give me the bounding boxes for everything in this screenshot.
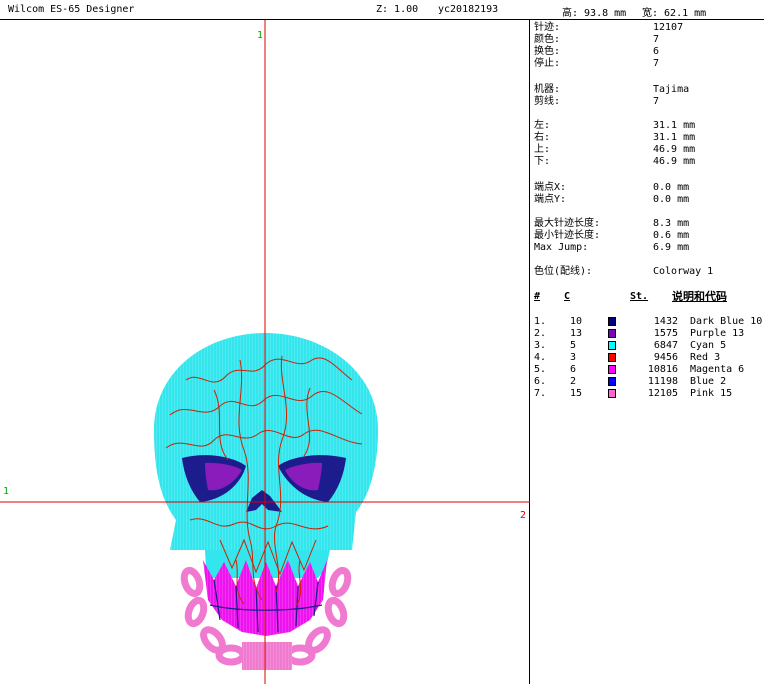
color-swatch	[608, 377, 616, 386]
color-code: 15	[570, 388, 583, 399]
color-num: 5.	[534, 364, 547, 375]
color-desc: Purple 13	[690, 328, 745, 339]
color-num: 4.	[534, 352, 547, 363]
color-stitches: 6847	[653, 340, 678, 351]
color-stitches: 10816	[647, 364, 678, 375]
design-canvas[interactable]: 1 1 2	[0, 20, 530, 684]
color-stitches: 1575	[653, 328, 678, 339]
color-code: 2	[570, 376, 577, 387]
col-code-header: C	[564, 291, 571, 302]
color-swatch	[608, 341, 616, 350]
color-desc: Blue 2	[690, 376, 727, 387]
color-stitches: 1432	[653, 316, 678, 327]
col-num-header: #	[534, 291, 541, 302]
zoom-level: Z: 1.00	[376, 4, 419, 15]
color-stitches: 12105	[647, 388, 678, 399]
color-swatch	[608, 353, 616, 362]
color-swatch	[608, 389, 616, 398]
color-num: 1.	[534, 316, 547, 327]
color-code: 6	[570, 364, 577, 375]
color-desc: Magenta 6	[690, 364, 745, 375]
color-swatch	[608, 329, 616, 338]
color-num: 7.	[534, 388, 547, 399]
color-swatch	[608, 365, 616, 374]
design-height: 高: 93.8 mm	[562, 8, 627, 19]
color-num: 3.	[534, 340, 547, 351]
color-code: 5	[570, 340, 577, 351]
app-title: Wilcom ES-65 Designer	[8, 4, 135, 15]
design-info-panel: 针迹: 12107 颜色: 7 换色: 6 停止: 7 机器: Tajima 剪线: 7 左…	[534, 22, 763, 399]
embroidery-preview: 1 1 2	[0, 20, 530, 684]
file-name: yc20182193	[438, 4, 499, 15]
color-desc: Red 3	[690, 352, 721, 363]
col-desc-header: 说明和代码	[672, 290, 727, 303]
axis-top-marker: 1	[257, 30, 263, 41]
color-code: 10	[570, 316, 583, 327]
color-code: 3	[570, 352, 577, 363]
color-desc: Dark Blue 10	[690, 316, 763, 327]
design-width: 宽: 62.1 mm	[642, 8, 707, 19]
col-stitches-header: St.	[630, 291, 649, 302]
color-desc: Pink 15	[690, 388, 733, 399]
color-stitches: 9456	[653, 352, 678, 363]
axis-right-marker: 2	[520, 510, 526, 521]
title-bar: Wilcom ES-65 Designer Z: 1.00 yc20182193…	[0, 0, 764, 20]
crosshair	[0, 20, 530, 684]
axis-left-marker: 1	[3, 486, 9, 497]
color-swatch	[608, 317, 616, 326]
color-stitches: 11198	[647, 376, 678, 387]
color-num: 2.	[534, 328, 547, 339]
color-code: 13	[570, 328, 583, 339]
color-desc: Cyan 5	[690, 340, 727, 351]
color-num: 6.	[534, 376, 547, 387]
